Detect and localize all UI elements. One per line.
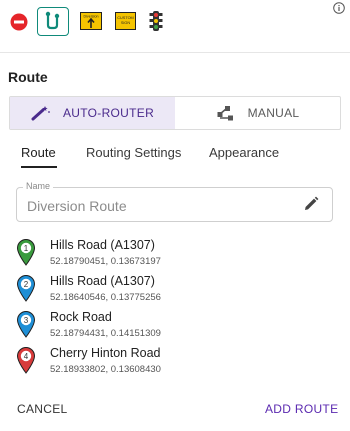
add-route-button[interactable]: ADD ROUTE <box>265 402 338 416</box>
svg-text:2: 2 <box>24 280 29 289</box>
auto-router-label: AUTO-ROUTER <box>62 106 155 120</box>
tab-appearance[interactable]: Appearance <box>209 145 279 160</box>
traffic-light-icon[interactable] <box>149 10 163 32</box>
waypoint-name: Cherry Hinton Road <box>50 346 161 360</box>
toolbar: Diversion CUSTOM SIGN <box>0 0 350 40</box>
waypoint-item[interactable]: 3 Rock Road 52.18794431, 0.14151309 <box>0 310 350 344</box>
info-icon[interactable] <box>333 1 345 14</box>
section-title: Route <box>8 69 48 85</box>
tab-routing-settings[interactable]: Routing Settings <box>86 145 181 160</box>
toolbar-divider <box>0 52 350 53</box>
pencil-icon[interactable] <box>303 196 319 212</box>
no-entry-icon[interactable] <box>10 13 28 31</box>
manual-label: MANUAL <box>247 106 300 120</box>
cancel-button[interactable]: CANCEL <box>17 402 67 416</box>
map-pin-icon: 1 <box>16 238 36 266</box>
waypoint-coords: 52.18790451, 0.13673197 <box>50 256 161 267</box>
diversion-sign-icon[interactable]: Diversion <box>80 12 102 30</box>
map-pin-icon: 4 <box>16 346 36 374</box>
svg-text:1: 1 <box>24 244 29 253</box>
name-field-value[interactable]: Diversion Route <box>27 198 127 214</box>
tab-route[interactable]: Route <box>21 145 56 160</box>
route-nodes-icon <box>217 106 233 121</box>
waypoint-item[interactable]: 2 Hills Road (A1307) 52.18640546, 0.1377… <box>0 274 350 308</box>
waypoint-name: Rock Road <box>50 310 112 324</box>
svg-text:3: 3 <box>24 316 29 325</box>
magic-wand-icon <box>31 106 50 121</box>
waypoint-coords: 52.18794431, 0.14151309 <box>50 328 161 339</box>
map-pin-icon: 3 <box>16 310 36 338</box>
name-field-label: Name <box>23 181 54 191</box>
svg-text:CUSTOM: CUSTOM <box>117 16 133 20</box>
waypoint-item[interactable]: 4 Cherry Hinton Road 52.18933802, 0.1360… <box>0 346 350 380</box>
waypoint-item[interactable]: 1 Hills Road (A1307) 52.18790451, 0.1367… <box>0 238 350 272</box>
waypoint-name: Hills Road (A1307) <box>50 274 155 288</box>
route-icon[interactable] <box>37 7 69 36</box>
auto-router-button[interactable]: AUTO-ROUTER <box>10 97 175 129</box>
custom-sign-icon[interactable]: CUSTOM SIGN <box>115 12 136 30</box>
manual-button[interactable]: MANUAL <box>175 97 340 129</box>
active-tab-indicator <box>21 166 57 168</box>
waypoint-name: Hills Road (A1307) <box>50 238 155 252</box>
routing-mode-toggle: AUTO-ROUTER MANUAL <box>9 96 341 130</box>
waypoint-coords: 52.18640546, 0.13775256 <box>50 292 161 303</box>
svg-text:4: 4 <box>24 352 29 361</box>
map-pin-icon: 2 <box>16 274 36 302</box>
svg-text:SIGN: SIGN <box>121 21 131 25</box>
waypoint-coords: 52.18933802, 0.13608430 <box>50 364 161 375</box>
